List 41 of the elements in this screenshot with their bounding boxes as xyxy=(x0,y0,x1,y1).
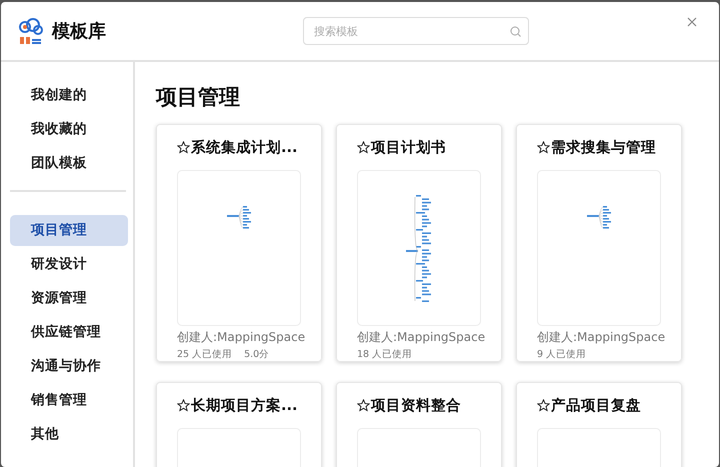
usage-count: 25 人已使用 xyxy=(177,348,232,361)
star-icon[interactable] xyxy=(357,398,370,412)
sidebar-item[interactable]: 研发设计 xyxy=(10,249,128,280)
template-card[interactable]: 项目资料整合 xyxy=(336,382,502,467)
rating-score: 5.0分 xyxy=(244,348,270,361)
search-icon xyxy=(510,26,521,37)
card-title: 系统集成计划... xyxy=(191,138,298,156)
cloud-logo-icon xyxy=(18,17,44,45)
card-title: 长期项目方案... xyxy=(191,396,298,414)
card-title: 项目资料整合 xyxy=(371,396,461,414)
card-title: 需求搜集与管理 xyxy=(551,138,656,156)
sidebar-item[interactable]: 销售管理 xyxy=(10,385,128,416)
creator-label: 创建人:MappingSpace xyxy=(177,329,306,346)
sidebar-item[interactable]: 沟通与协作 xyxy=(10,351,128,382)
sidebar-item[interactable]: 团队模板 xyxy=(10,148,128,179)
sidebar-item[interactable]: 我收藏的 xyxy=(10,114,128,145)
template-card[interactable]: 长期项目方案... xyxy=(156,382,322,467)
sidebar-item[interactable]: 资源管理 xyxy=(10,283,128,314)
usage-count: 9 人已使用 xyxy=(537,348,586,361)
template-card[interactable]: 系统集成计划... 创建人:MappingSpace 25 人已使用 5.0分 xyxy=(156,124,322,362)
template-card[interactable]: 项目计划书 创建人:MappingSpace 18 人已使用 xyxy=(336,124,502,362)
card-title: 产品项目复盘 xyxy=(551,396,641,414)
search-field[interactable]: 搜索模板 xyxy=(303,17,529,45)
star-icon[interactable] xyxy=(177,398,190,412)
star-icon[interactable] xyxy=(537,398,550,412)
usage-count: 18 人已使用 xyxy=(357,348,412,361)
star-icon[interactable] xyxy=(177,140,190,154)
sidebar-item[interactable]: 我创建的 xyxy=(10,80,128,111)
template-card[interactable]: 需求搜集与管理 创建人:MappingSpace 9 人已使用 xyxy=(516,124,682,362)
creator-label: 创建人:MappingSpace xyxy=(357,329,486,346)
close-button[interactable] xyxy=(685,15,699,29)
sidebar-item[interactable]: 项目管理 xyxy=(10,215,128,246)
star-icon[interactable] xyxy=(357,140,370,154)
window-title: 模板库 xyxy=(52,20,106,43)
card-title: 项目计划书 xyxy=(371,138,446,156)
sidebar-item[interactable]: 其他 xyxy=(10,419,128,450)
template-card[interactable]: 产品项目复盘 xyxy=(516,382,682,467)
creator-label: 创建人:MappingSpace xyxy=(537,329,666,346)
section-heading: 项目管理 xyxy=(156,84,241,111)
star-icon[interactable] xyxy=(537,140,550,154)
sidebar-item[interactable]: 供应链管理 xyxy=(10,317,128,348)
